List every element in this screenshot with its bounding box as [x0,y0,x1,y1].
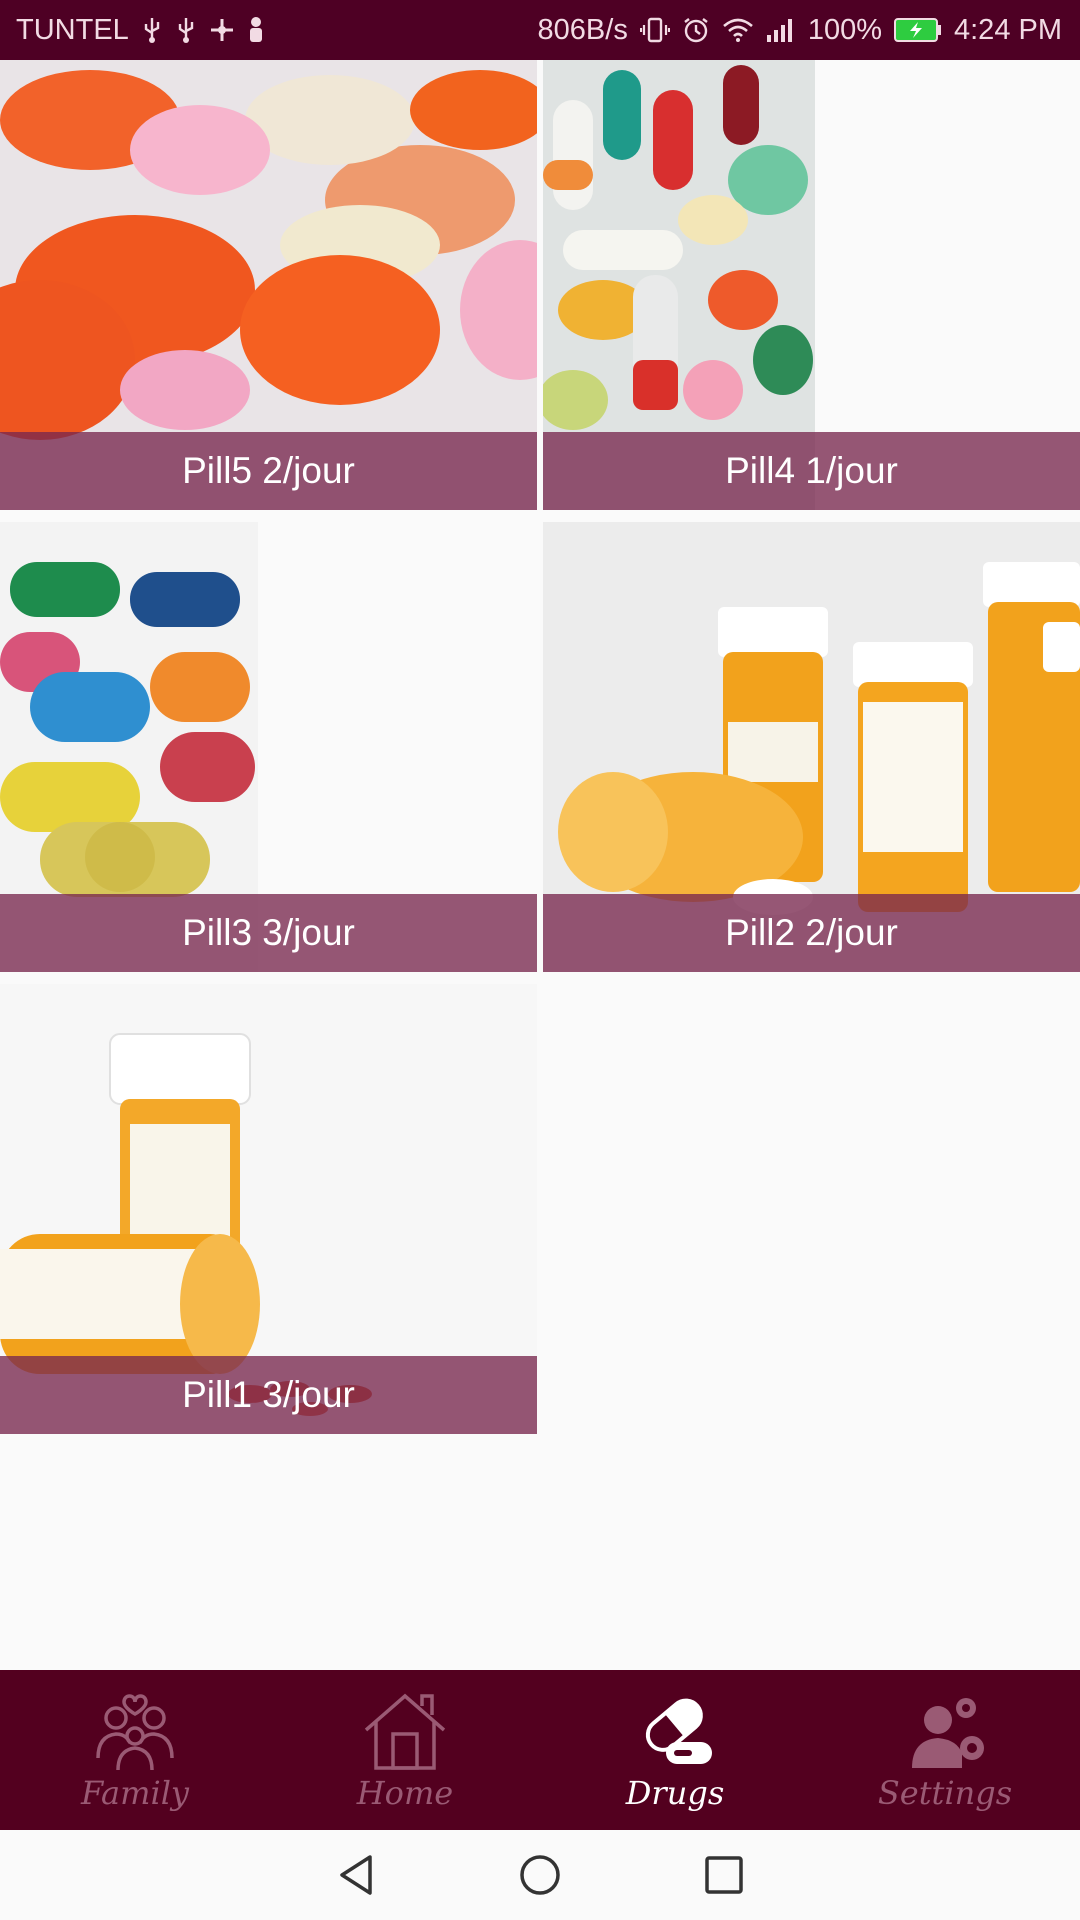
drug-caption: Pill3 3/jour [0,894,537,972]
nav-label-drugs: Drugs [625,1774,725,1812]
pill-icon [630,1688,720,1772]
system-nav-bar [0,1830,1080,1920]
status-bar: TUNTEL 806B/s 100% 4:24 PM [0,0,1080,60]
wifi-icon [722,17,754,43]
family-icon [90,1688,180,1772]
clock: 4:24 PM [954,13,1062,46]
sync-icon [209,17,235,43]
signal-icon [766,17,796,43]
settings-user-icon [900,1688,990,1772]
back-icon[interactable] [334,1853,378,1897]
nav-item-home[interactable]: Home [270,1670,540,1830]
drug-grid: Pill5 2/jour Pill4 1/jour Pill3 3/jour P… [0,60,1080,1670]
nav-item-family[interactable]: Family [0,1670,270,1830]
recents-icon[interactable] [702,1853,746,1897]
drug-caption: Pill5 2/jour [0,432,537,510]
drug-caption: Pill4 1/jour [543,432,1080,510]
usb-icon [141,16,163,44]
vibrate-icon [639,16,670,44]
nav-label-home: Home [356,1774,454,1812]
home-icon [360,1688,450,1772]
carrier-name: TUNTEL [16,13,129,46]
bottom-nav: Family Home Drugs Settings [0,1670,1080,1830]
person-icon [247,16,265,44]
drug-caption: Pill2 2/jour [543,894,1080,972]
home-circle-icon[interactable] [518,1853,562,1897]
battery-percent: 100% [807,13,882,46]
battery-charging-icon [894,17,942,43]
alarm-icon [682,16,710,44]
drug-card[interactable]: Pill5 2/jour [0,60,537,510]
drug-card[interactable]: Pill1 3/jour [0,984,537,1434]
drug-card[interactable]: Pill4 1/jour [543,60,1080,510]
nav-label-family: Family [81,1774,189,1812]
drug-caption: Pill1 3/jour [0,1356,537,1434]
drug-card[interactable]: Pill3 3/jour [0,522,537,972]
drug-card[interactable]: Pill2 2/jour [543,522,1080,972]
nav-item-settings[interactable]: Settings [810,1670,1080,1830]
usb-icon [175,16,197,44]
nav-item-drugs[interactable]: Drugs [540,1670,810,1830]
network-speed: 806B/s [537,13,628,46]
nav-label-settings: Settings [877,1774,1013,1812]
